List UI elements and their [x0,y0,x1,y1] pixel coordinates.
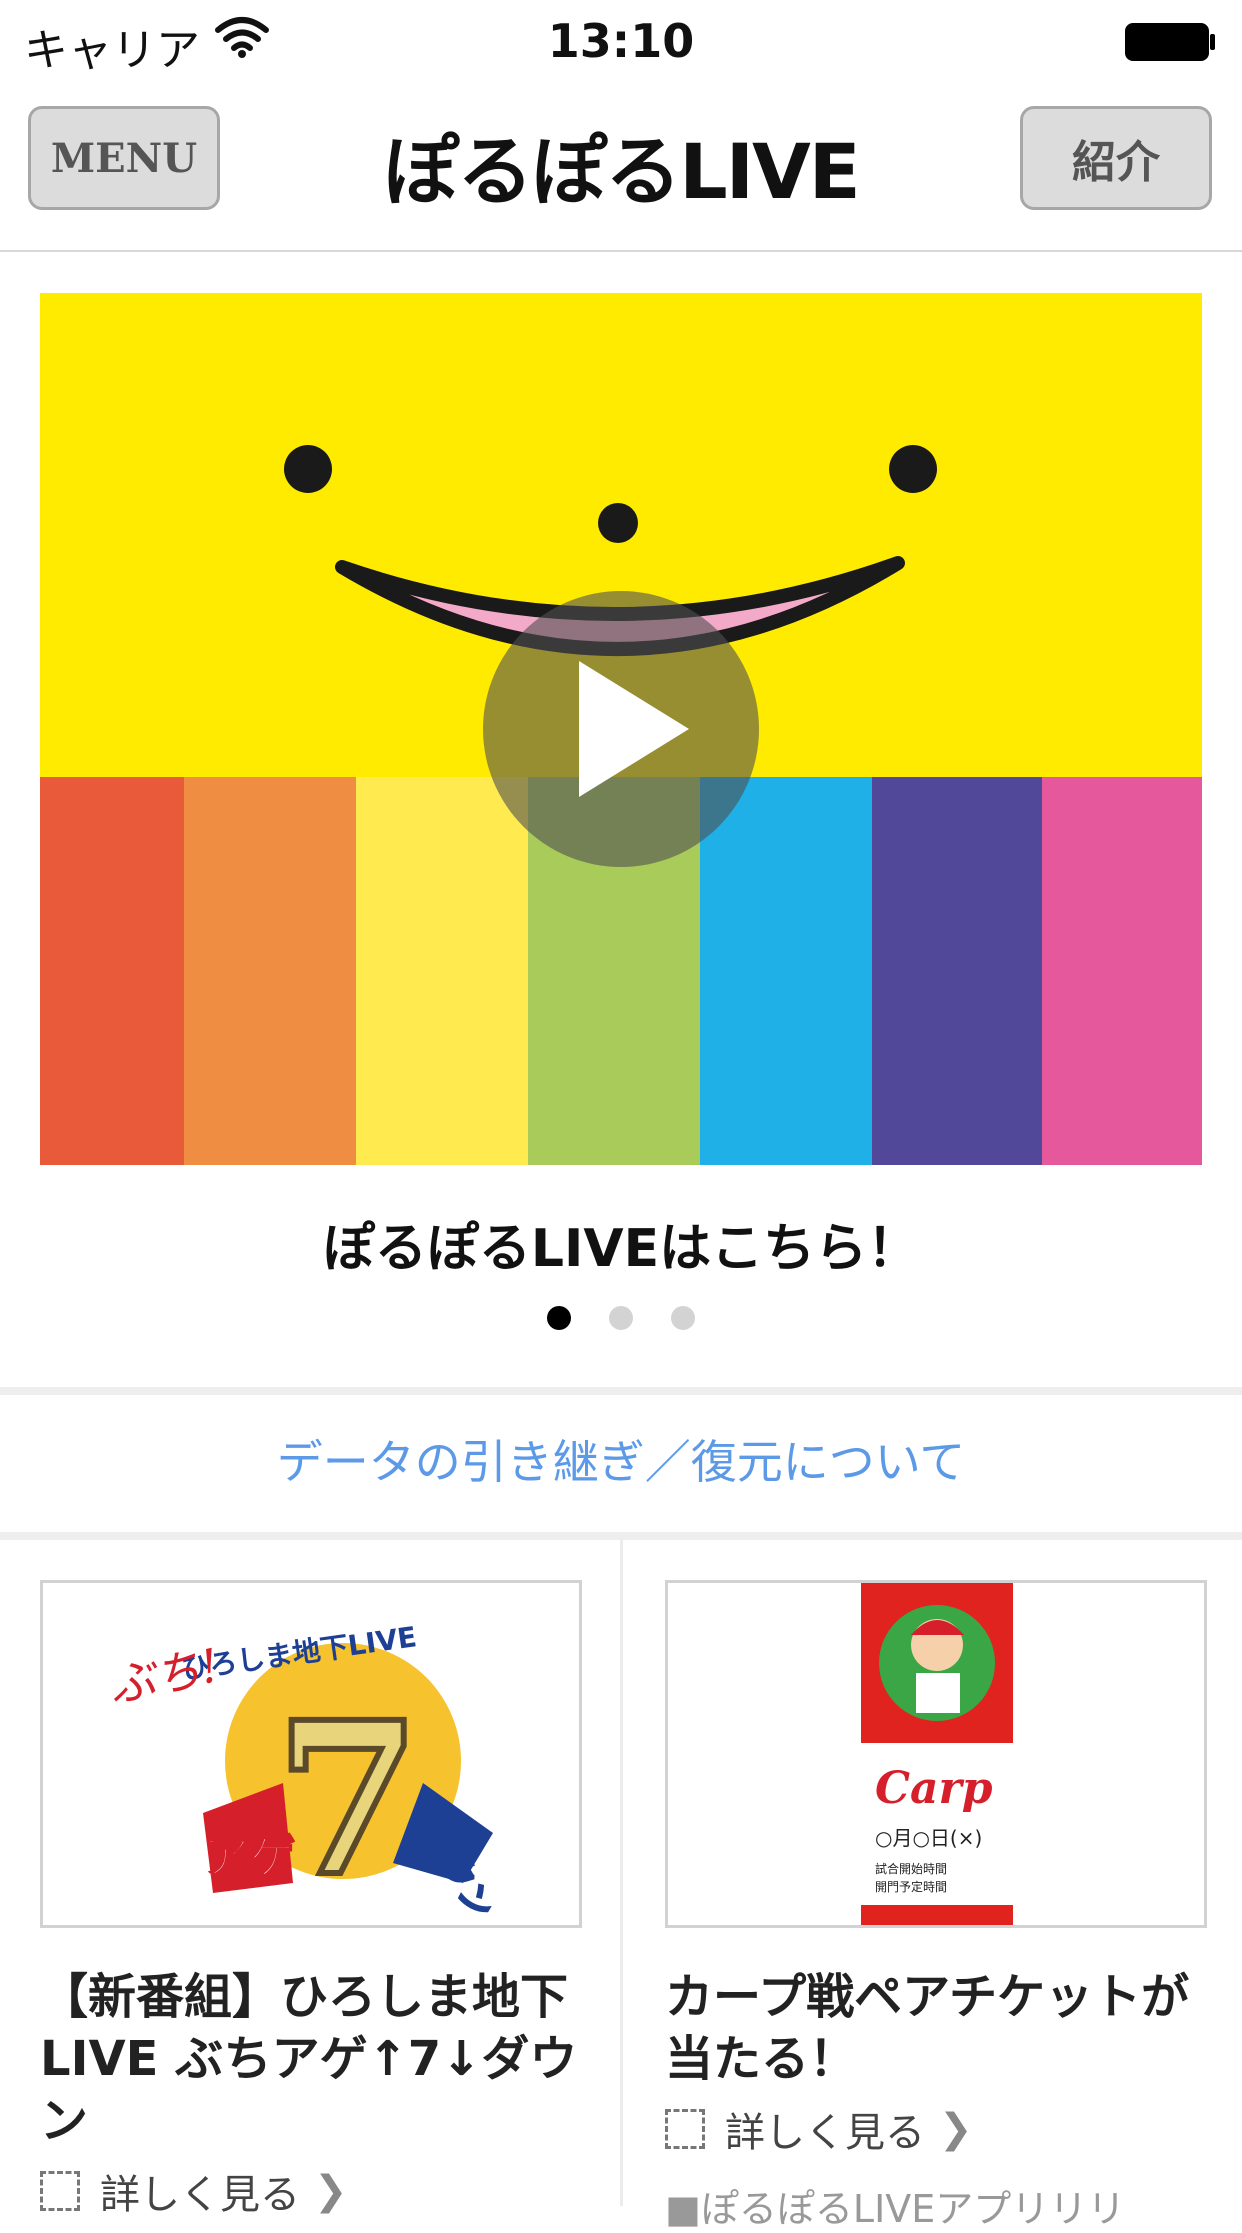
data-transfer-link[interactable]: データの引き継ぎ／復元について [0,1426,1242,1492]
status-time: 13:10 [547,14,695,68]
banner-caption: ぽるぽるLIVEはこちら！ [322,1219,920,1279]
banner-stripe-2 [184,777,356,1165]
card-image-carp[interactable]: Carp ○月○日(×) 試合開始時間 開門予定時間 [665,1580,1207,1928]
news-card-buchiage[interactable]: ひろしま地下LIVE ぶち! アゲ ダウン 7 【新番組】ひろしま地下LIVE … [40,1580,582,2220]
mascot-uniform [916,1673,960,1713]
detail-label: 詳しく見る [100,2172,300,2218]
play-button[interactable] [483,591,759,867]
calendar-icon [40,2171,80,2211]
navigation-bar: MENU ぽるぽるLIVE 紹介 [0,82,1242,252]
face-eye-left [284,445,332,493]
battery-icon [1125,23,1215,61]
detail-link[interactable]: 詳しく見る ❯ [40,2162,582,2220]
chevron-right-icon: ❯ [314,2168,348,2214]
ticket-red-bottom [861,1905,1013,1925]
detail-link[interactable]: 詳しく見る ❯ [665,2100,1207,2158]
logo-text-buchi: ぶち! [104,1638,224,1714]
section-divider [0,1387,1242,1395]
banner-carousel[interactable] [40,293,1202,1165]
play-icon [579,661,689,797]
ticket-brand-text: Carp [875,1763,993,1814]
ticket-line1-text: 試合開始時間 [875,1861,947,1876]
logo-big-seven: 7 [275,1676,421,1923]
card-column-divider [620,1538,623,2206]
page-dot-3[interactable] [671,1306,695,1330]
carp-ticket-image: Carp ○月○日(×) 試合開始時間 開門予定時間 [861,1583,1013,1925]
intro-button[interactable]: 紹介 [1020,106,1212,210]
ticket-date-text: ○月○日(×) [875,1826,982,1850]
face-eye-right [889,445,937,493]
banner-stripe-6 [872,777,1042,1165]
page-dot-2[interactable] [609,1306,633,1330]
detail-label: 詳しく見る [725,2110,925,2156]
status-bar: キャリア 13:10 [0,0,1242,82]
card-image-buchiage[interactable]: ひろしま地下LIVE ぶち! アゲ ダウン 7 [40,1580,582,1928]
banner-stripe-1 [40,777,184,1165]
calendar-icon [665,2109,705,2149]
card-title[interactable]: カープ戦ペアチケットが当たる！ [665,1966,1207,2090]
card-title[interactable]: 【新番組】ひろしま地下LIVE ぶちアゲ↑7↓ダウン [40,1966,582,2152]
chevron-right-icon: ❯ [939,2106,973,2152]
page-indicator [0,1306,1242,1330]
news-card-carp[interactable]: Carp ○月○日(×) 試合開始時間 開門予定時間 カープ戦ペアチケットが当た… [665,1580,1207,2158]
buchiage-logo-image: ひろしま地下LIVE ぶち! アゲ ダウン 7 [104,1620,502,1925]
banner-stripe-7 [1042,777,1202,1165]
ticket-line2-text: 開門予定時間 [875,1879,947,1894]
page-dot-1[interactable] [547,1306,571,1330]
face-nose [598,503,638,543]
